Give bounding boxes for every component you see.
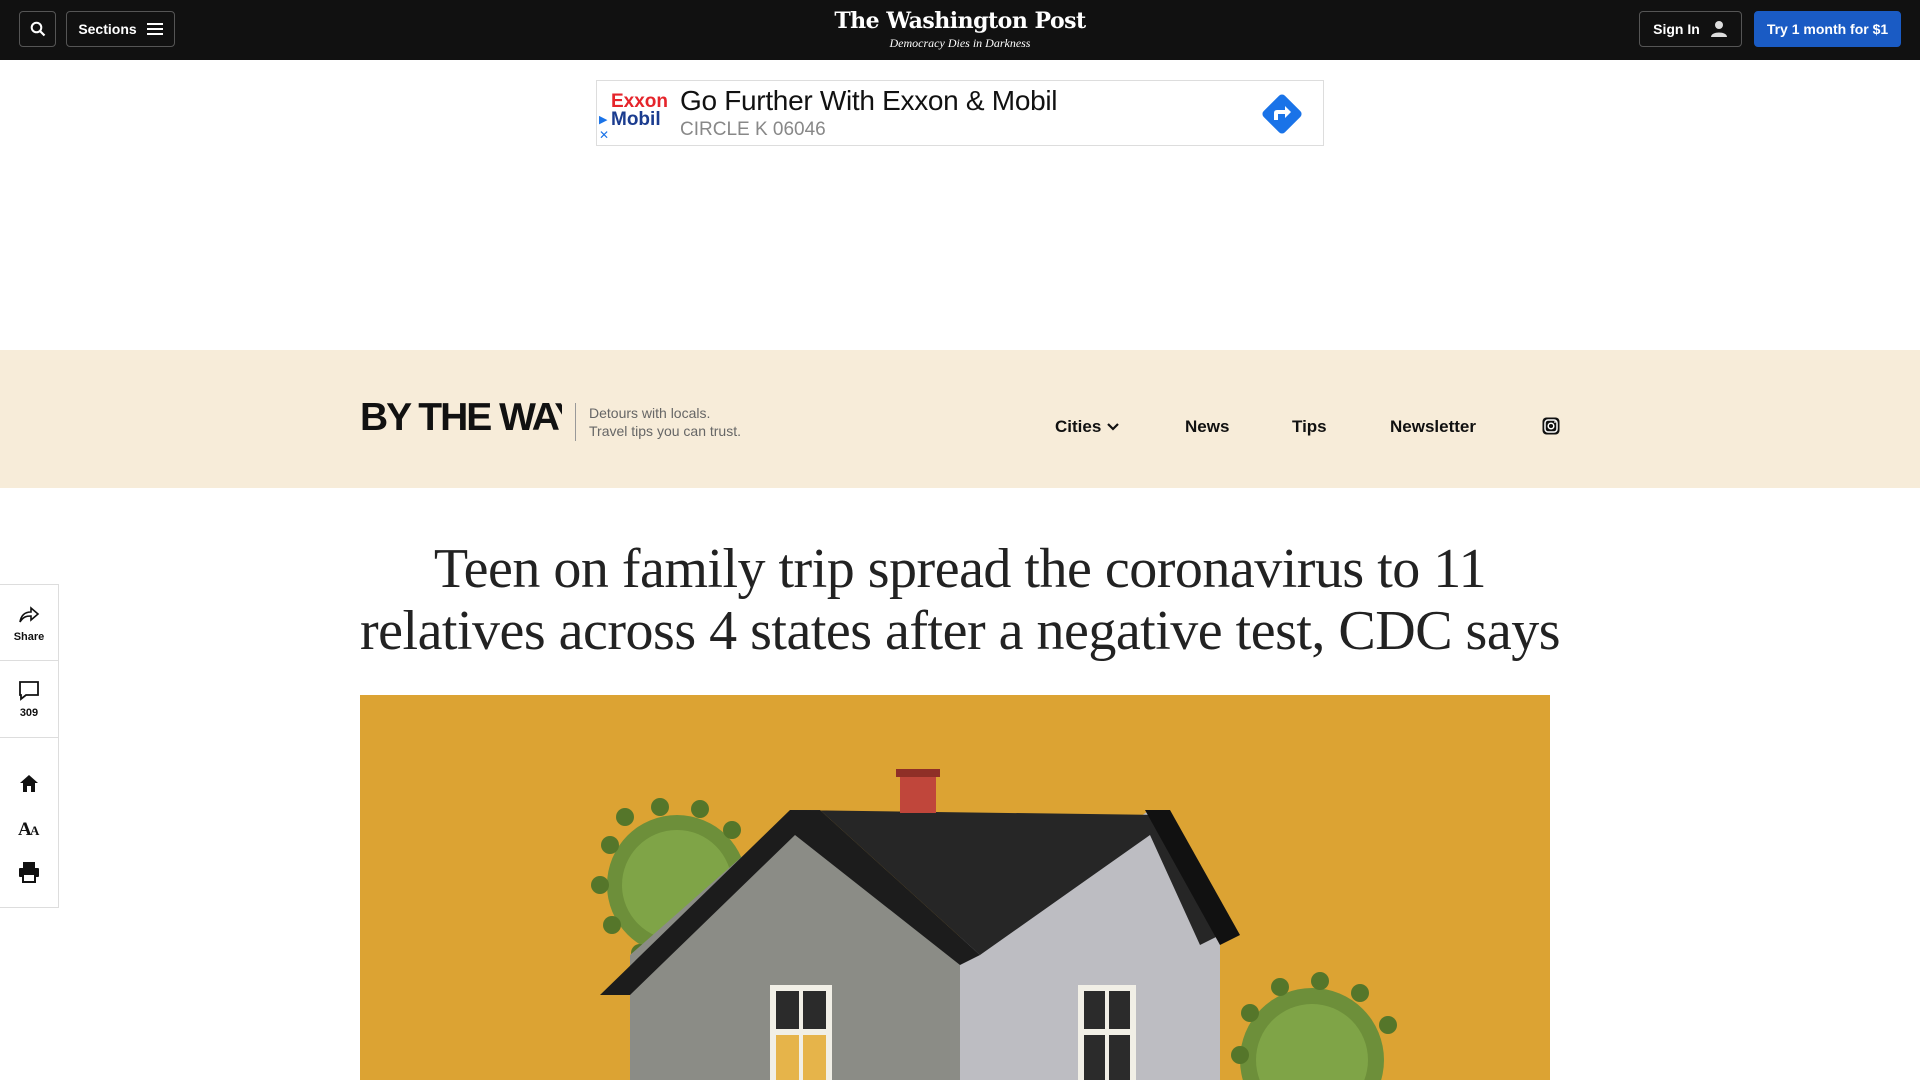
nav-cities-label: Cities <box>1055 417 1102 436</box>
sign-in-label: Sign In <box>1653 21 1700 37</box>
tagline-line-2: Travel tips you can trust. <box>589 423 741 439</box>
house-with-virus-illustration <box>591 769 1397 1080</box>
adchoices-icon[interactable]: ▶ <box>599 115 607 126</box>
masthead-name: The Washington Post <box>834 8 1086 34</box>
ad-subline: CIRCLE K 06046 <box>680 119 826 140</box>
ad-headline: Go Further With Exxon & Mobil <box>680 85 1058 116</box>
logo-text: BY THE WAY <box>360 396 562 435</box>
home-icon[interactable] <box>17 772 41 796</box>
nav-cities[interactable]: Cities <box>1055 417 1120 437</box>
banner-tagline: Detours with locals. Travel tips you can… <box>589 404 741 440</box>
hero-image[interactable] <box>360 695 1550 1080</box>
comment-icon <box>19 681 39 701</box>
sign-in-button[interactable]: Sign In <box>1639 11 1742 47</box>
ad-close-icon[interactable]: ✕ <box>599 129 609 141</box>
instagram-icon[interactable] <box>1542 417 1560 435</box>
sections-menu-button[interactable]: Sections <box>66 11 175 47</box>
masthead-logo[interactable]: The Washington Post Democracy Dies in Da… <box>760 8 1160 51</box>
nav-newsletter[interactable]: Newsletter <box>1390 417 1476 437</box>
sections-label: Sections <box>78 21 137 37</box>
chevron-down-icon <box>1107 423 1120 431</box>
masthead-tagline: Democracy Dies in Darkness <box>889 36 1031 50</box>
exxonmobil-logo: Exxon Mobil <box>611 92 668 130</box>
house-window-left <box>770 985 832 1080</box>
advertisement-banner[interactable]: Exxon Mobil ▶ ✕ Go Further With Exxon & … <box>596 80 1324 146</box>
article-tools-rail: Share 309 A A <box>0 584 59 908</box>
text-size-icon[interactable]: A A <box>17 816 41 840</box>
share-button[interactable]: Share <box>0 584 59 660</box>
ad-logo-bottom: Mobil <box>611 109 661 130</box>
house-window-right <box>1078 985 1136 1080</box>
nav-tips[interactable]: Tips <box>1292 417 1327 437</box>
top-navigation-bar: Sections The Washington Post Democracy D… <box>0 0 1920 60</box>
tagline-line-1: Detours with locals. <box>589 405 711 421</box>
comments-button[interactable]: 309 <box>0 660 59 738</box>
share-label: Share <box>13 630 45 643</box>
banner-divider <box>575 403 576 441</box>
comment-count: 309 <box>19 707 39 719</box>
article-headline: Teen on family trip spread the coronavir… <box>360 538 1561 662</box>
subscribe-button[interactable]: Try 1 month for $1 <box>1754 11 1901 47</box>
virus-right <box>1231 972 1397 1080</box>
rail-lower-tools: A A <box>0 738 59 908</box>
by-the-way-logo[interactable]: BY THE WAY <box>360 395 562 435</box>
user-icon <box>1710 21 1727 37</box>
search-icon <box>30 21 45 37</box>
by-the-way-section-banner: BY THE WAY Detours with locals. Travel t… <box>0 350 1920 488</box>
hamburger-icon <box>146 23 163 35</box>
print-icon[interactable] <box>17 860 41 884</box>
nav-news[interactable]: News <box>1185 417 1229 437</box>
share-icon <box>19 605 40 622</box>
search-button[interactable] <box>19 11 56 47</box>
svg-text:A: A <box>30 823 40 838</box>
directions-arrow-icon[interactable] <box>1257 89 1307 139</box>
